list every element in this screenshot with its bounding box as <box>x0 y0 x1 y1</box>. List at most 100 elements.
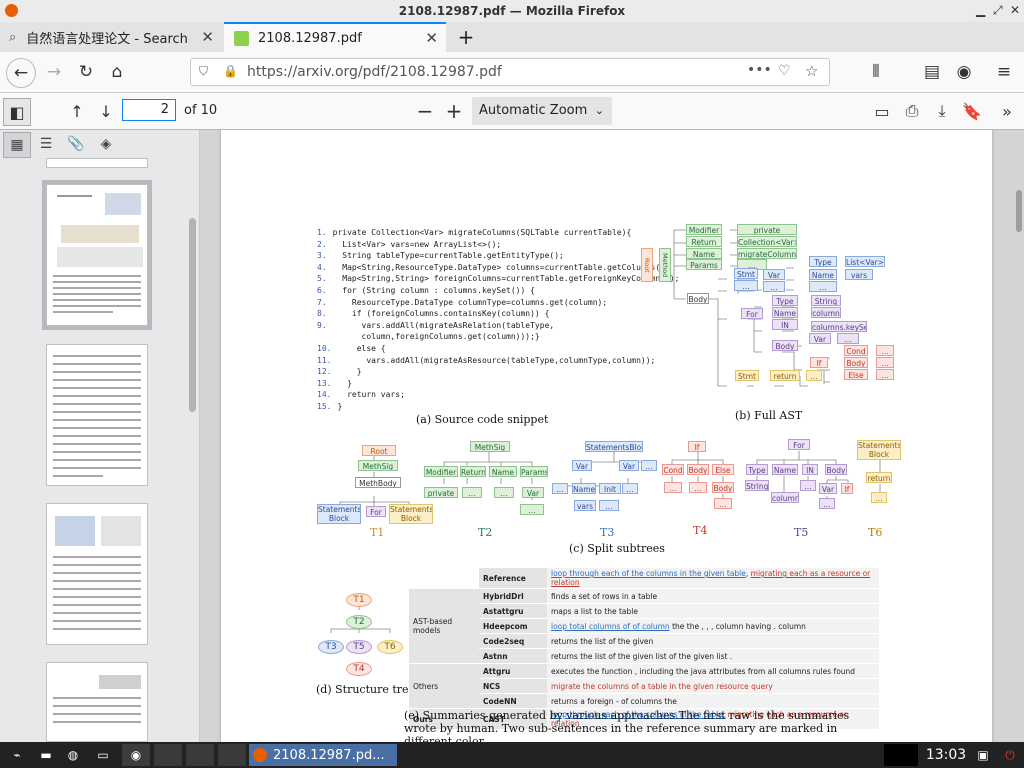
subtree-node: ... <box>462 487 482 498</box>
structure-node: T5 <box>346 640 372 654</box>
pocket-icon[interactable]: ♡ <box>778 63 791 79</box>
maximize-icon[interactable]: ⤢ <box>993 3 1003 18</box>
library-icon[interactable]: ⫴ <box>862 58 890 86</box>
workspace-1[interactable] <box>154 744 182 766</box>
code-line: 9. vars.addAll(migrateAsRelation(tableTy… <box>317 321 554 330</box>
tools-icon[interactable]: » <box>994 98 1020 124</box>
structure-node: T2 <box>346 615 372 629</box>
ast-node-dots: ... <box>809 281 837 292</box>
ast-node-name: Name <box>686 248 722 259</box>
sidebar-scrollbar[interactable] <box>189 218 196 412</box>
summary-text: returns the list of the given list of th… <box>547 648 879 664</box>
bookmark-icon[interactable]: 🔖 <box>959 98 985 124</box>
firefox-launcher-icon[interactable]: ◉ <box>122 744 150 766</box>
caption-d: (d) Structure tree <box>316 683 416 696</box>
file-manager-icon[interactable]: ▭ <box>92 744 114 766</box>
summary-row: Others Attgru executes the function , incl… <box>409 663 879 709</box>
window-title: 2108.12987.pdf — Mozilla Firefox <box>398 4 626 18</box>
subtree-node: StatementsBlock <box>585 441 643 452</box>
code-line: 2. List<Var> vars=new ArrayList<>(); <box>317 240 501 249</box>
subtree-node: Cond <box>662 464 684 475</box>
viewport-scrollbar[interactable] <box>1014 130 1024 742</box>
caption-b: (b) Full AST <box>735 409 803 422</box>
show-desktop-icon[interactable]: ▬ <box>36 744 56 766</box>
page-thumbnail[interactable] <box>46 158 148 168</box>
system-tray-icon[interactable]: ▣ <box>974 744 992 766</box>
zoom-select[interactable]: Automatic Zoom ⌄ <box>472 97 612 125</box>
previous-page-icon[interactable]: ↑ <box>64 98 90 124</box>
model-name: CodeNN <box>479 693 547 709</box>
reload-button[interactable]: ↻ <box>72 58 100 86</box>
new-tab-button[interactable]: + <box>455 22 477 52</box>
ast-node-dots: ... <box>876 369 894 380</box>
account-icon[interactable]: ◉ <box>950 58 978 86</box>
code-line-number: 14. <box>317 390 332 400</box>
menu-icon[interactable]: ≡ <box>990 58 1018 86</box>
layers-view-icon[interactable]: ◈ <box>93 132 119 156</box>
workspace-3[interactable] <box>218 744 246 766</box>
tab-search[interactable]: ⌕ 自然语言处理论文 - Search ✕ <box>0 22 222 52</box>
page-thumbnail[interactable] <box>46 503 148 645</box>
presentation-mode-icon[interactable]: ▭ <box>869 98 895 124</box>
code-line-number: 15. <box>317 402 332 411</box>
taskbar-firefox-window[interactable]: 2108.12987.pd... <box>249 744 397 766</box>
browser-launcher-icon[interactable]: ◍ <box>62 744 84 766</box>
url-bar[interactable]: ⛉ 🔒 https://arxiv.org/pdf/2108.12987.pdf… <box>190 58 830 86</box>
download-icon[interactable]: ⤓ <box>929 98 955 124</box>
code-line-number: 1. <box>317 228 327 237</box>
subtree-node: Statements Block <box>389 504 433 524</box>
close-window-icon[interactable]: ✕ <box>1010 3 1020 17</box>
attachments-view-icon[interactable]: 📎 <box>63 132 89 156</box>
code-line-text: private Collection<Var> migrateColumns(S… <box>332 228 632 237</box>
next-page-icon[interactable]: ↓ <box>93 98 119 124</box>
thumbnail-text <box>53 305 141 307</box>
viewport-scrollbar-thumb[interactable] <box>1016 190 1022 232</box>
page-number-input[interactable]: 2 <box>122 99 176 121</box>
thumbnail-text <box>53 705 141 707</box>
toggle-sidebar-icon[interactable]: ◧ <box>3 98 31 126</box>
ast-node-in: IN <box>772 319 798 330</box>
zoom-out-icon[interactable]: − <box>412 98 438 124</box>
workspace-2[interactable] <box>186 744 214 766</box>
lock-icon[interactable]: 🔒 <box>223 64 238 78</box>
back-button[interactable]: ← <box>6 58 36 88</box>
shield-icon[interactable]: ⛉ <box>199 64 208 79</box>
power-icon[interactable]: ⏻ <box>1000 744 1020 766</box>
group-cell: Others <box>409 663 479 709</box>
subtree-node: IN <box>802 464 818 475</box>
subtree-label: T4 <box>693 524 708 537</box>
summary-text: returns the list of the given <box>547 633 879 649</box>
minimize-icon[interactable]: ▁ <box>976 3 985 17</box>
url-text[interactable]: https://arxiv.org/pdf/2108.12987.pdf <box>247 64 502 80</box>
subtree-label: T5 <box>794 526 809 539</box>
zoom-in-icon[interactable]: + <box>441 98 467 124</box>
tab-pdf[interactable]: 2108.12987.pdf ✕ <box>224 22 446 52</box>
thumbnails-view-icon[interactable]: ▦ <box>3 132 31 158</box>
bookmark-star-icon[interactable]: ☆ <box>805 62 818 80</box>
start-menu-icon[interactable]: ⌁ <box>4 744 30 766</box>
subtree-node: Return <box>460 466 486 477</box>
ast-node-stmt: Stmt <box>734 268 758 279</box>
thumbnail-text <box>53 612 141 614</box>
pdf-toolbar: ◧ ↑ ↓ 2 of 10 − + Automatic Zoom ⌄ ▭ ⎙ ⤓… <box>0 93 1024 130</box>
summary-fragment: the the , , , column having . column <box>669 621 806 631</box>
summary-table: Reference loop through each of the column… <box>409 568 879 730</box>
page-thumbnail-selected[interactable] <box>42 180 152 330</box>
model-name: Reference <box>479 568 547 589</box>
tray-area[interactable] <box>884 744 918 766</box>
home-button[interactable]: ⌂ <box>103 58 131 86</box>
sidebar-toggle-icon[interactable]: ▤ <box>918 58 946 86</box>
outline-view-icon[interactable]: ☰ <box>33 132 59 156</box>
close-tab-icon[interactable]: ✕ <box>201 28 214 46</box>
forward-button[interactable]: → <box>40 58 68 86</box>
summary-row: Code2seq returns the list of the given <box>409 633 879 649</box>
print-icon[interactable]: ⎙ <box>899 98 925 124</box>
close-tab-icon[interactable]: ✕ <box>425 29 438 47</box>
subtree-node: Modifier <box>424 466 458 477</box>
firefox-icon <box>253 748 267 762</box>
page-thumbnail[interactable] <box>46 662 148 742</box>
clock[interactable]: 13:03 <box>922 744 970 766</box>
thumbnail-text <box>53 596 141 598</box>
page-actions-icon[interactable]: ••• <box>747 62 772 78</box>
page-thumbnail[interactable] <box>46 344 148 486</box>
